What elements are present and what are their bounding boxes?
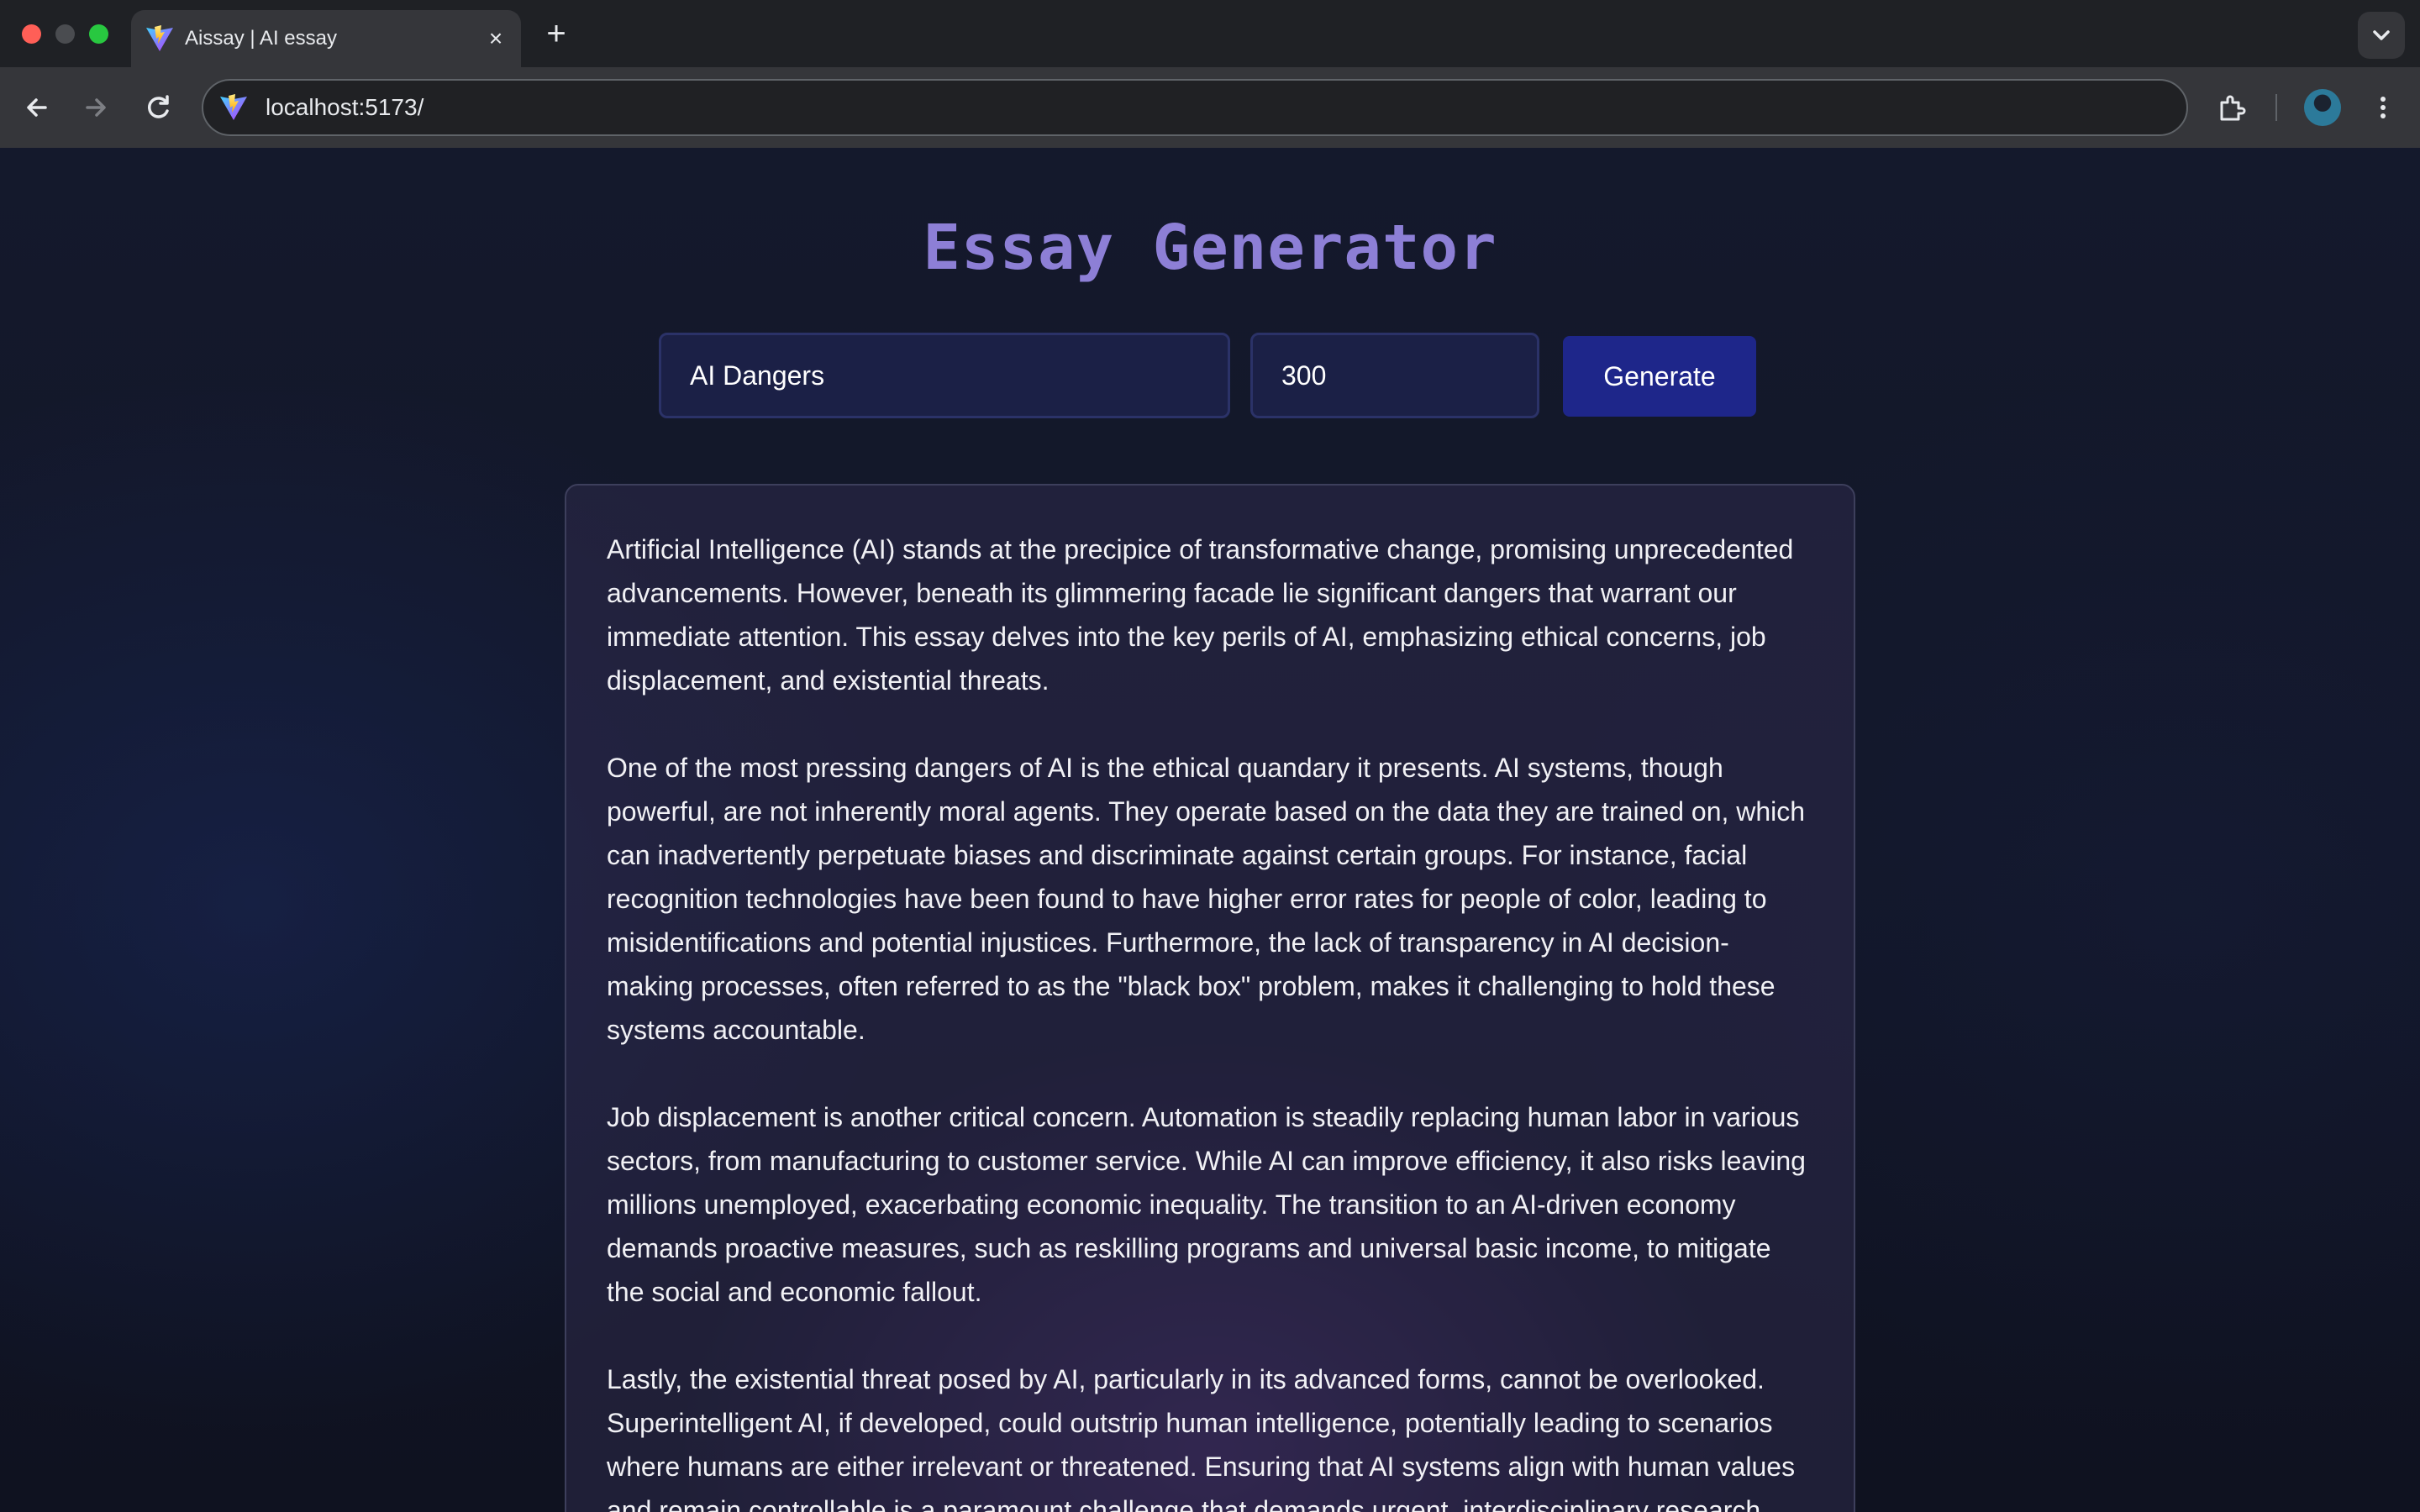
chevron-down-icon <box>2373 30 2390 40</box>
close-icon[interactable]: × <box>484 27 508 50</box>
essay-paragraph: Job displacement is another critical con… <box>607 1102 1806 1307</box>
essay-output: Artificial Intelligence (AI) stands at t… <box>565 484 1855 1512</box>
browser-tab-strip: Aissay | AI essay × + <box>0 0 2420 67</box>
topic-input[interactable]: AI Dangers <box>659 333 1230 418</box>
page-title: Essay Generator <box>923 212 1497 284</box>
generate-button[interactable]: Generate <box>1563 336 1756 417</box>
essay-paragraph: One of the most pressing dangers of AI i… <box>607 753 1806 1045</box>
essay-paragraph: Artificial Intelligence (AI) stands at t… <box>607 534 1794 696</box>
window-close-button[interactable] <box>22 24 41 44</box>
extensions-icon[interactable] <box>2215 91 2249 124</box>
essay-paragraph: Lastly, the existential threat posed by … <box>607 1364 1796 1512</box>
plus-icon[interactable]: + <box>541 17 571 50</box>
tab-search-button[interactable] <box>2358 12 2405 59</box>
reload-icon[interactable] <box>141 91 175 124</box>
vite-favicon-icon <box>220 94 247 120</box>
tab-title: Aissay | AI essay <box>185 27 337 50</box>
browser-tab-active[interactable]: Aissay | AI essay × <box>131 10 521 67</box>
browser-toolbar: localhost:5173/ <box>0 67 2420 148</box>
url-text[interactable]: localhost:5173/ <box>266 81 424 134</box>
vite-favicon-icon <box>146 25 173 51</box>
page-viewport: Essay Generator AI Dangers 300 Generate … <box>0 148 2420 1512</box>
avatar[interactable] <box>2304 89 2341 126</box>
address-bar[interactable]: localhost:5173/ <box>202 79 2188 136</box>
window-minimize-button[interactable] <box>55 24 75 44</box>
more-vert-icon[interactable] <box>2366 91 2400 124</box>
forward-arrow-icon[interactable] <box>79 91 113 124</box>
toolbar-divider <box>2275 94 2277 121</box>
window-zoom-button[interactable] <box>89 24 108 44</box>
word-count-input[interactable]: 300 <box>1250 333 1539 418</box>
back-arrow-icon[interactable] <box>20 91 54 124</box>
